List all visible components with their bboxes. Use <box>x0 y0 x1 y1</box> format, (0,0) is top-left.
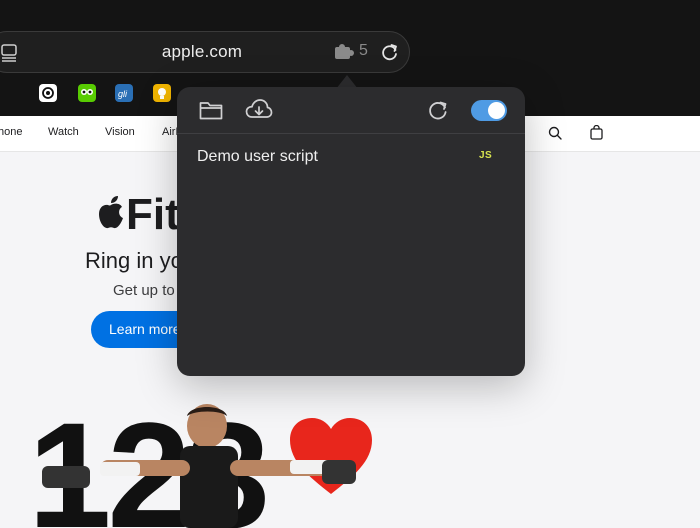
refresh-icon[interactable] <box>427 99 449 121</box>
extension-count[interactable]: 5 <box>359 42 368 60</box>
search-icon[interactable] <box>548 126 562 140</box>
hero-subtitle: Get up to <box>113 282 175 299</box>
gli-favicon[interactable]: gli <box>115 84 133 102</box>
chatgpt-favicon[interactable] <box>39 84 57 102</box>
address-bar[interactable]: apple.com 5 <box>0 31 410 73</box>
popover-toolbar <box>177 87 525 134</box>
hero-title-text: Fit <box>126 190 180 239</box>
url-text[interactable]: apple.com <box>137 42 267 62</box>
shopping-bag-icon[interactable] <box>590 125 603 140</box>
nav-item-iphone[interactable]: hone <box>0 126 22 138</box>
extensions-puzzle-icon[interactable] <box>335 44 355 60</box>
svg-text:gli: gli <box>118 89 128 99</box>
tab-overview-icon[interactable] <box>1 44 17 62</box>
toggle-knob <box>488 102 505 119</box>
hero-title: Fit <box>96 190 180 240</box>
userscripts-popover: Demo user script JS <box>177 87 525 376</box>
apple-logo-icon <box>99 196 123 229</box>
cloud-download-icon[interactable] <box>245 98 273 122</box>
script-list-item[interactable]: Demo user script JS <box>177 143 525 169</box>
script-type-badge: JS <box>479 150 493 161</box>
yellow-favicon[interactable] <box>153 84 171 102</box>
script-name: Demo user script <box>197 148 318 165</box>
folder-icon[interactable] <box>199 100 223 120</box>
reload-icon[interactable] <box>380 42 400 62</box>
hero-heading: Ring in yo <box>85 248 183 273</box>
duolingo-favicon[interactable] <box>78 84 96 102</box>
nav-item-vision[interactable]: Vision <box>105 126 135 138</box>
athlete-image <box>42 404 356 528</box>
enable-toggle[interactable] <box>471 100 507 121</box>
nav-item-watch[interactable]: Watch <box>48 126 79 138</box>
